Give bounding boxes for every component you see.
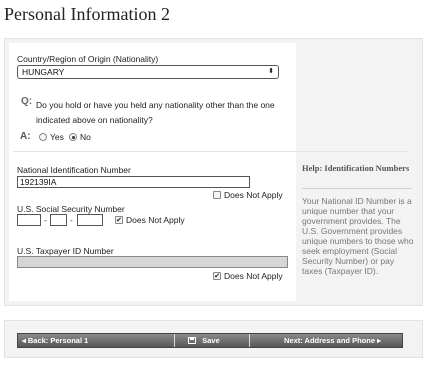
help-divider <box>302 188 412 189</box>
ssn-label: U.S. Social Security Number <box>17 204 125 214</box>
question-text: Do you hold or have you held any nationa… <box>36 100 275 125</box>
radio-yes-label[interactable]: Yes <box>50 132 64 142</box>
ssn-part1-input[interactable] <box>17 214 41 226</box>
help-sidebar: Help: Identification Numbers Your Nation… <box>300 43 418 301</box>
nationality-value: HUNGARY <box>22 67 65 77</box>
ssn-does-not-apply-checkbox[interactable]: ✔ <box>115 216 123 224</box>
radio-no-label[interactable]: No <box>80 132 91 142</box>
answer-marker: A: <box>20 131 31 142</box>
radio-yes[interactable] <box>39 133 47 141</box>
nav-separator <box>174 334 175 347</box>
ssn-separator: - <box>70 215 73 225</box>
form-panel: Country/Region of Origin (Nationality) H… <box>4 38 423 306</box>
form-area: Country/Region of Origin (Nationality) H… <box>9 43 296 301</box>
national-id-input[interactable]: 192139IA <box>17 176 250 188</box>
ssn-separator: - <box>44 215 47 225</box>
back-button[interactable]: ◂ Back: Personal 1 <box>22 334 172 347</box>
nationality-label: Country/Region of Origin (Nationality) <box>17 54 159 64</box>
national-id-label: National Identification Number <box>17 165 131 175</box>
next-button-label: Next: Address and Phone <box>284 336 375 345</box>
help-body: Your National ID Number is a unique numb… <box>302 196 414 276</box>
taxpayer-does-not-apply-checkbox[interactable]: ✔ <box>213 272 221 280</box>
national-id-does-not-apply-label[interactable]: Does Not Apply <box>224 190 283 200</box>
ssn-does-not-apply-label[interactable]: Does Not Apply <box>126 215 185 225</box>
help-title: Help: Identification Numbers <box>302 163 410 173</box>
navigation-bar: ◂ Back: Personal 1 Save Next: Address an… <box>17 333 403 348</box>
taxpayer-input[interactable] <box>17 256 288 268</box>
back-arrow-icon: ◂ <box>22 336 26 345</box>
next-button[interactable]: Next: Address and Phone ▸ <box>284 334 402 347</box>
national-id-does-not-apply-checkbox[interactable] <box>213 191 221 199</box>
save-button-label: Save <box>202 336 220 345</box>
taxpayer-does-not-apply-label[interactable]: Does Not Apply <box>224 271 283 281</box>
navigation-panel: ◂ Back: Personal 1 Save Next: Address an… <box>4 320 423 358</box>
ssn-part2-input[interactable] <box>50 214 67 226</box>
save-icon <box>188 337 196 344</box>
radio-no[interactable] <box>69 133 77 141</box>
question-marker: Q: <box>21 96 33 107</box>
nav-separator <box>249 334 250 347</box>
back-button-label: Back: Personal 1 <box>27 336 89 345</box>
next-arrow-icon: ▸ <box>377 336 381 345</box>
ssn-part3-input[interactable] <box>77 214 103 226</box>
taxpayer-label: U.S. Taxpayer ID Number <box>17 246 114 256</box>
save-button[interactable]: Save <box>188 334 248 347</box>
select-arrows-icon: ⬍ <box>268 68 274 75</box>
page-title: Personal Information 2 <box>4 4 170 24</box>
nationality-select[interactable]: HUNGARY ⬍ <box>17 65 279 79</box>
